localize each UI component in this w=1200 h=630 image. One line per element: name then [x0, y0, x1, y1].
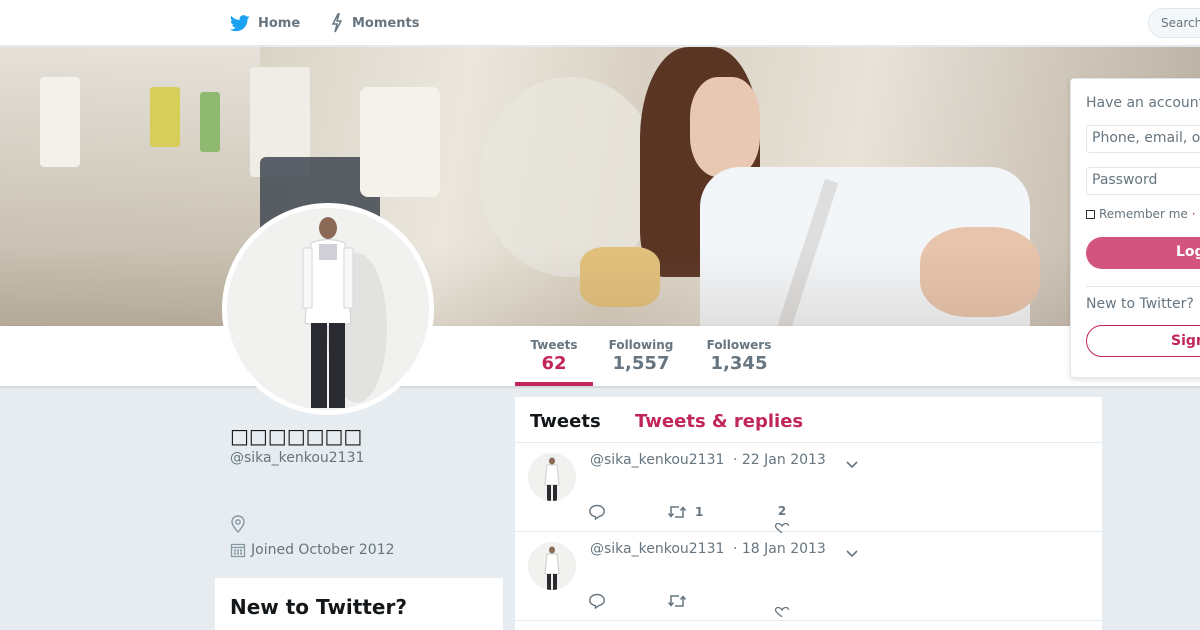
- calendar-icon: [230, 543, 246, 558]
- new-to-twitter-label: New to Twitter?: [1086, 296, 1194, 312]
- stat-value: 62: [541, 353, 567, 374]
- login-button[interactable]: Log in: [1086, 237, 1200, 269]
- nav-home-label: Home: [258, 15, 301, 31]
- profile-banner-image: [0, 47, 1200, 326]
- like-button[interactable]: [772, 593, 792, 621]
- remember-separator: ·: [1191, 207, 1196, 221]
- remember-me-label: Remember me: [1099, 207, 1188, 221]
- stat-tweets[interactable]: Tweets 62: [515, 338, 593, 386]
- retweet-button[interactable]: [667, 593, 695, 609]
- remember-me-checkbox[interactable]: [1086, 209, 1095, 219]
- chevron-down-icon[interactable]: [845, 455, 859, 474]
- location-icon: [230, 515, 246, 537]
- profile-handle[interactable]: @sika_kenkou2131: [230, 450, 364, 466]
- lightning-icon: [331, 13, 343, 33]
- top-navigation-bar: Home Moments Search: [0, 0, 1200, 46]
- divider: [1086, 286, 1200, 287]
- tab-tweets[interactable]: Tweets: [530, 411, 601, 432]
- username-field[interactable]: Phone, email, or username: [1086, 125, 1200, 153]
- login-dropdown: Have an account? Phone, email, or userna…: [1070, 78, 1200, 378]
- like-count: 2: [777, 504, 787, 518]
- timeline-tabs: Tweets Tweets & replies: [515, 397, 1102, 443]
- stat-value: 1,345: [710, 353, 768, 374]
- stat-label: Followers: [706, 338, 772, 352]
- tweet-item[interactable]: @sika_kenkou2131 · 22 Jan 2013 1 2: [515, 443, 1102, 534]
- retweet-count: 1: [695, 505, 704, 519]
- tweet-date[interactable]: · 18 Jan 2013: [733, 541, 826, 557]
- stat-label: Tweets: [530, 338, 578, 352]
- reply-icon[interactable]: [588, 593, 606, 613]
- search-input[interactable]: Search: [1148, 8, 1200, 38]
- profile-name: □□□□□□□: [230, 424, 363, 448]
- tweet-avatar[interactable]: [528, 542, 576, 590]
- stat-followers[interactable]: Followers 1,345: [702, 338, 776, 374]
- tweet-date[interactable]: · 22 Jan 2013: [733, 452, 826, 468]
- timeline: Tweets Tweets & replies @sika_kenkou2131…: [515, 397, 1102, 630]
- stat-label: Following: [608, 338, 674, 352]
- new-to-twitter-card: New to Twitter?: [215, 578, 503, 630]
- signup-button[interactable]: Sign up: [1086, 325, 1200, 357]
- avatar-photo: [227, 208, 429, 410]
- chevron-down-icon[interactable]: [845, 544, 859, 563]
- retweet-icon: [667, 506, 687, 518]
- nav-moments[interactable]: Moments: [330, 0, 419, 46]
- tweet-avatar[interactable]: [528, 453, 576, 501]
- stat-following[interactable]: Following 1,557: [604, 338, 678, 374]
- tab-tweets-and-replies[interactable]: Tweets & replies: [635, 411, 803, 432]
- reply-icon[interactable]: [588, 504, 606, 524]
- joined-date: Joined October 2012: [230, 542, 395, 558]
- password-field[interactable]: Password: [1086, 167, 1200, 195]
- tweet-username[interactable]: @sika_kenkou2131: [590, 452, 724, 468]
- twitter-bird-icon: [230, 14, 250, 31]
- retweet-icon: [667, 595, 687, 607]
- retweet-button[interactable]: 1: [667, 504, 703, 520]
- new-to-twitter-title: New to Twitter?: [230, 595, 407, 619]
- heart-icon: [774, 606, 790, 618]
- nav-home[interactable]: Home: [230, 0, 300, 46]
- stat-value: 1,557: [612, 353, 670, 374]
- profile-avatar[interactable]: [222, 203, 434, 415]
- joined-date-label: Joined October 2012: [251, 542, 395, 558]
- profile-stats-bar: Tweets 62 Following 1,557 Followers 1,34…: [0, 326, 1200, 386]
- login-title: Have an account?: [1086, 95, 1200, 111]
- remember-me[interactable]: Remember me ·: [1086, 207, 1196, 221]
- tweet-item[interactable]: @sika_kenkou2131 · 18 Jan 2013: [515, 532, 1102, 621]
- tweet-username[interactable]: @sika_kenkou2131: [590, 541, 724, 557]
- nav-moments-label: Moments: [352, 15, 420, 31]
